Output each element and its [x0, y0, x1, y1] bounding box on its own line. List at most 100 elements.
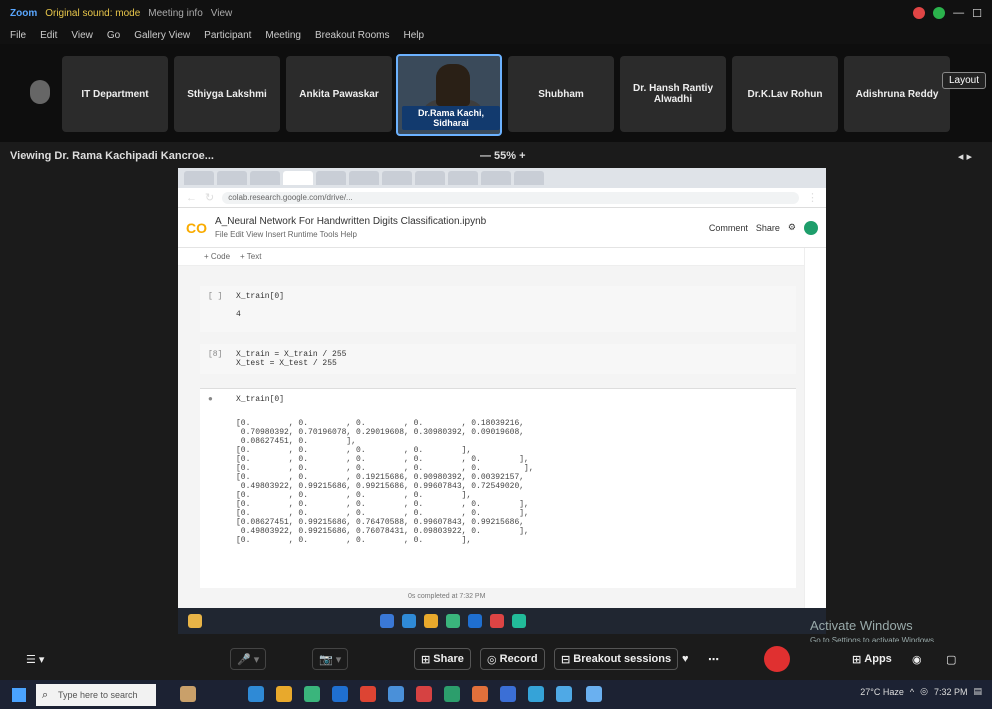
browser-tab[interactable]: [316, 171, 346, 185]
app-icon[interactable]: [528, 686, 544, 702]
app-icon[interactable]: [556, 686, 572, 702]
apps-icon: ⊞: [852, 653, 865, 666]
view-menu[interactable]: View: [211, 8, 233, 19]
browser-tab[interactable]: [250, 171, 280, 185]
cell-prompt[interactable]: [ ]: [208, 292, 222, 301]
participants-icon[interactable]: ◉: [906, 648, 928, 670]
cell-code[interactable]: X_train[0]: [236, 395, 284, 404]
settings-icon[interactable]: ⚙: [788, 222, 796, 233]
participant-name: Shubham: [538, 88, 584, 100]
notifications-icon[interactable]: ▤: [973, 686, 982, 697]
participant-name: Adishruna Reddy: [855, 88, 939, 100]
audio-options-icon[interactable]: ☰ ▾: [20, 648, 50, 670]
taskbar-search[interactable]: Type here to search: [36, 684, 156, 706]
menu-breakout-rooms[interactable]: Breakout Rooms: [315, 30, 389, 41]
menu-go[interactable]: Go: [107, 30, 120, 41]
code-cell-running[interactable]: ● X_train[0] [0. , 0. , 0. , 0. , 0.1803…: [200, 388, 796, 588]
menu-view[interactable]: View: [71, 30, 93, 41]
zoom-level[interactable]: — 55% +: [480, 150, 526, 162]
notebook-menu[interactable]: File Edit View Insert Runtime Tools Help: [215, 230, 486, 239]
address-bar[interactable]: colab.research.google.com/drive/...: [222, 191, 799, 204]
comment-button[interactable]: Comment: [709, 223, 748, 233]
code-cell[interactable]: [8] X_train = X_train / 255 X_test = X_t…: [200, 344, 796, 374]
reload-icon[interactable]: ↻: [205, 191, 214, 204]
cell-code[interactable]: X_train[0]: [236, 292, 284, 301]
participant-tile[interactable]: Adishruna Reddy: [844, 56, 950, 132]
maximize-icon[interactable]: ☐: [972, 7, 982, 20]
menu-file[interactable]: File: [10, 30, 26, 41]
weather-label[interactable]: 27°C Haze: [860, 687, 904, 697]
unmute-button[interactable]: 🎤 ▾: [230, 648, 267, 670]
browser-tab[interactable]: [217, 171, 247, 185]
widget-icon[interactable]: [180, 686, 196, 702]
share-button[interactable]: Share: [756, 223, 780, 233]
participant-tile[interactable]: Shubham: [508, 56, 614, 132]
menu-help[interactable]: Help: [403, 30, 424, 41]
apps-button[interactable]: ⊞ Apps: [846, 648, 898, 670]
office-icon[interactable]: [360, 686, 376, 702]
notebook-title[interactable]: A_Neural Network For Handwritten Digits …: [215, 216, 486, 227]
run-cell-icon[interactable]: ●: [208, 395, 213, 404]
excel-icon[interactable]: [444, 686, 460, 702]
layout-button[interactable]: Layout: [941, 72, 986, 89]
browser-tab[interactable]: [514, 171, 544, 185]
status-line: 0s completed at 7:32 PM: [408, 593, 486, 600]
mail-icon[interactable]: [388, 686, 404, 702]
cell-prompt[interactable]: [8]: [208, 350, 222, 359]
file-explorer-icon[interactable]: [276, 686, 292, 702]
viewing-label[interactable]: Viewing Dr. Rama Kachipadi Kancroe...: [10, 150, 214, 162]
scroll-left-icon[interactable]: [30, 80, 50, 104]
active-speaker-tile[interactable]: Dr.Rama Kachi, Sidharai: [396, 54, 502, 136]
meeting-info-link[interactable]: Meeting info: [148, 8, 202, 19]
add-text-button[interactable]: + Text: [240, 252, 261, 261]
menu-participant[interactable]: Participant: [204, 30, 251, 41]
participant-tile[interactable]: Ankita Pawaskar: [286, 56, 392, 132]
browser-tab[interactable]: [382, 171, 412, 185]
avatar[interactable]: [804, 220, 818, 235]
browser-tab[interactable]: [349, 171, 379, 185]
cell-code[interactable]: X_train = X_train / 255 X_test = X_test …: [236, 350, 346, 368]
minimize-icon[interactable]: —: [953, 7, 964, 19]
end-call-button[interactable]: [764, 646, 790, 672]
app-icon[interactable]: [416, 686, 432, 702]
app-icon: [512, 614, 526, 628]
tray-chevron-icon[interactable]: ^: [910, 687, 914, 697]
browser-tab-active[interactable]: [283, 171, 313, 185]
breakout-sessions-button[interactable]: ⊟ Breakout sessions: [554, 648, 679, 670]
app-icon[interactable]: [472, 686, 488, 702]
edge-icon[interactable]: [248, 686, 264, 702]
zoom-taskbar-icon[interactable]: [332, 686, 348, 702]
view-options-icon[interactable]: ◂ ▸: [958, 150, 972, 163]
browser-tab[interactable]: [184, 171, 214, 185]
add-code-button[interactable]: + Code: [204, 252, 230, 261]
record-button[interactable]: ◎ Record: [480, 648, 545, 670]
sound-mode-label[interactable]: Original sound: mode: [45, 8, 140, 19]
clock[interactable]: 7:32 PM: [934, 687, 968, 697]
cell-output: 4: [236, 310, 241, 319]
browser-tab[interactable]: [415, 171, 445, 185]
extensions-icon[interactable]: ⋮: [807, 191, 818, 204]
speaker-name: Dr.Rama Kachi, Sidharai: [402, 106, 500, 130]
menu-meeting[interactable]: Meeting: [265, 30, 301, 41]
app-icon[interactable]: [500, 686, 516, 702]
browser-tab[interactable]: [448, 171, 478, 185]
participant-tile[interactable]: Dr. Hansh Rantiy Alwadhi: [620, 56, 726, 132]
back-icon[interactable]: ←: [186, 192, 197, 204]
windows-start-icon[interactable]: [12, 688, 26, 702]
video-button[interactable]: 📷 ▾: [312, 648, 349, 670]
network-icon[interactable]: ◎: [920, 686, 928, 697]
participant-tile[interactable]: Sthiyga Lakshmi: [174, 56, 280, 132]
browser-tabs: [178, 168, 826, 188]
chrome-icon[interactable]: [304, 686, 320, 702]
share-screen-button[interactable]: ⊞ Share: [414, 648, 471, 670]
menu-edit[interactable]: Edit: [40, 30, 57, 41]
menu-gallery-view[interactable]: Gallery View: [134, 30, 190, 41]
participant-tile[interactable]: Dr.K.Lav Rohun: [732, 56, 838, 132]
more-button[interactable]: ⋯: [702, 648, 725, 670]
participant-tile[interactable]: IT Department: [62, 56, 168, 132]
code-cell[interactable]: [ ] X_train[0] 4: [200, 286, 796, 332]
chat-icon[interactable]: ▢: [940, 648, 962, 670]
reactions-button[interactable]: ♥: [676, 648, 695, 670]
app-icon[interactable]: [586, 686, 602, 702]
browser-tab[interactable]: [481, 171, 511, 185]
